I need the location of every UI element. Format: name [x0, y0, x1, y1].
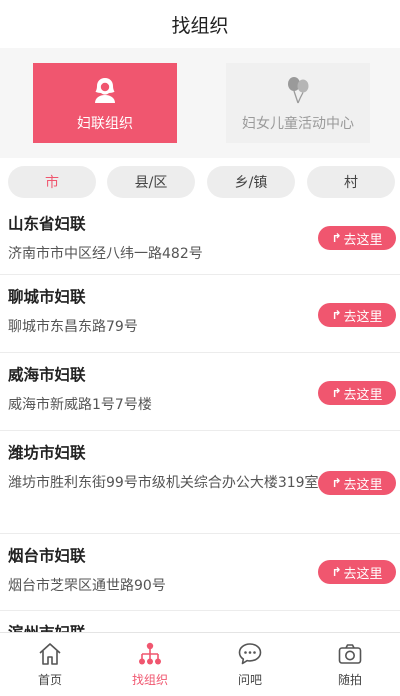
category-activity-center[interactable]: 妇女儿童活动中心: [226, 63, 370, 143]
woman-icon: [90, 75, 120, 105]
organization-list[interactable]: 山东省妇联 济南市市中区经八纬一路482号 ↱ 去这里 聊城市妇联 聊城市东昌东…: [0, 202, 400, 632]
list-item: 烟台市妇联 烟台市芝罘区通世路90号 ↱ 去这里: [0, 534, 400, 611]
tab-label: 问吧: [237, 673, 262, 687]
navigate-arrow-icon: ↱: [331, 231, 342, 245]
tab-find-organization[interactable]: 找组织: [100, 633, 200, 696]
list-item: 滨州市妇联: [0, 611, 400, 632]
go-here-label: 去这里: [343, 477, 383, 493]
go-here-button[interactable]: ↱ 去这里: [318, 303, 396, 327]
org-address: 聊城市东昌东路79号: [8, 319, 138, 335]
filter-township[interactable]: 乡/镇: [207, 166, 295, 198]
level-filter-bar: 市 县/区 乡/镇 村: [0, 164, 400, 202]
go-here-label: 去这里: [343, 309, 383, 325]
filter-county-district[interactable]: 县/区: [107, 166, 195, 198]
org-address: 济南市市中区经八纬一路482号: [8, 246, 203, 262]
org-address: 烟台市芝罘区通世路90号: [8, 578, 166, 594]
org-address: 潍坊市胜利东街99号市级机关综合办公大楼319室: [8, 475, 319, 491]
go-here-label: 去这里: [343, 232, 383, 248]
tab-label: 随拍: [337, 673, 362, 687]
go-here-label: 去这里: [343, 387, 383, 403]
tab-label: 首页: [37, 673, 62, 687]
camera-icon: [338, 644, 362, 664]
navigate-arrow-icon: ↱: [331, 476, 342, 490]
tab-label: 找组织: [131, 673, 168, 687]
list-item: 潍坊市妇联 潍坊市胜利东街99号市级机关综合办公大楼319室 ↱ 去这里: [0, 431, 400, 534]
org-name: 潍坊市妇联: [8, 444, 86, 462]
go-here-button[interactable]: ↱ 去这里: [318, 226, 396, 250]
category-selector: 妇联组织 妇女儿童活动中心: [0, 48, 400, 158]
org-tree-icon: [139, 642, 161, 665]
tab-snapshot[interactable]: 随拍: [300, 633, 400, 696]
bottom-tab-bar: 首页 找组织 问吧 随拍: [0, 632, 400, 696]
go-here-button[interactable]: ↱ 去这里: [318, 471, 396, 495]
navigate-arrow-icon: ↱: [331, 386, 342, 400]
filter-village[interactable]: 村: [307, 166, 395, 198]
category-label: 妇女儿童活动中心: [242, 116, 354, 132]
list-item: 威海市妇联 威海市新威路1号7号楼 ↱ 去这里: [0, 353, 400, 431]
filter-city[interactable]: 市: [8, 166, 96, 198]
navigate-arrow-icon: ↱: [331, 308, 342, 322]
list-item: 聊城市妇联 聊城市东昌东路79号 ↱ 去这里: [0, 275, 400, 353]
chat-bubble-icon: [238, 643, 262, 665]
go-here-button[interactable]: ↱ 去这里: [318, 381, 396, 405]
tab-home[interactable]: 首页: [0, 633, 100, 696]
category-label: 妇联组织: [77, 116, 133, 132]
go-here-label: 去这里: [343, 566, 383, 582]
app-header: 找组织: [0, 0, 400, 48]
page-title: 找组织: [171, 14, 229, 37]
org-name: 滨州市妇联: [8, 621, 392, 632]
navigate-arrow-icon: ↱: [331, 565, 342, 579]
category-womens-federation[interactable]: 妇联组织: [33, 63, 177, 143]
balloon-icon: [283, 75, 313, 105]
list-item: 山东省妇联 济南市市中区经八纬一路482号 ↱ 去这里: [0, 202, 400, 275]
org-address: 威海市新威路1号7号楼: [8, 397, 152, 413]
tab-ask[interactable]: 问吧: [200, 633, 300, 696]
home-icon: [39, 643, 61, 665]
go-here-button[interactable]: ↱ 去这里: [318, 560, 396, 584]
